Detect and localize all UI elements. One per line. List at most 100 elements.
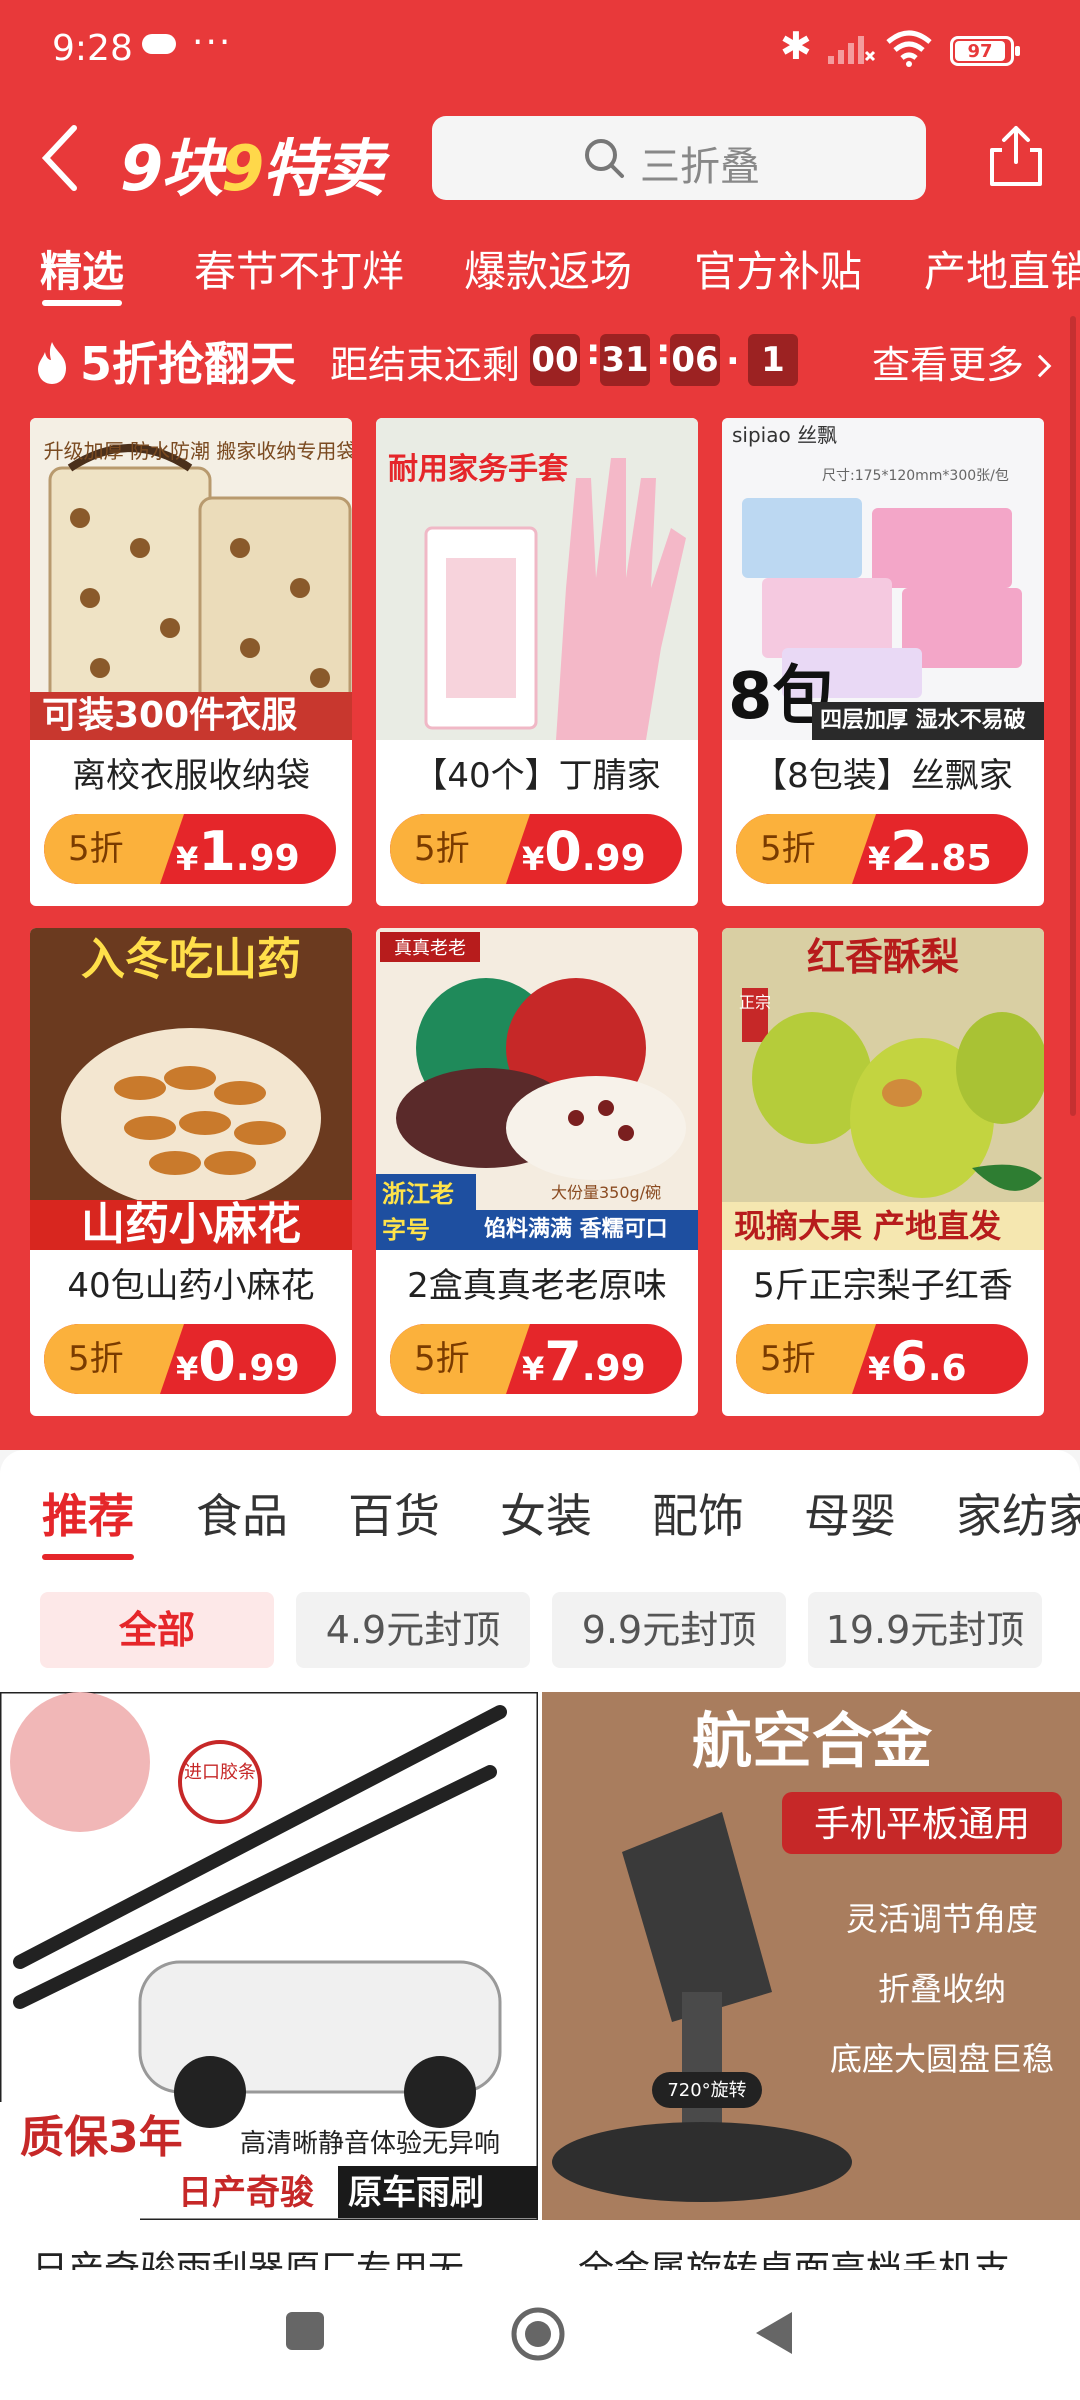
product-image-tissues: sipiao 丝飘 尺寸:175*120mm*300张/包 8包 bbox=[722, 418, 1044, 740]
feed-rotate: 720°旋转 bbox=[667, 2080, 746, 2101]
image-caption: 大份量350g/碗 bbox=[551, 1183, 661, 1202]
product-banner: 山药小麻花 bbox=[30, 1200, 352, 1250]
category-women[interactable]: 女装 bbox=[500, 1480, 592, 1546]
search-placeholder: 三折叠 bbox=[640, 144, 760, 190]
back-button[interactable] bbox=[752, 2308, 796, 2358]
product-card[interactable]: 升级加厚 防水防潮 搬家收纳专用袋子 可装300件衣服 离校衣服收纳袋 5折 ¥… bbox=[30, 418, 352, 906]
currency: ¥ bbox=[176, 1350, 199, 1388]
filter-9.9[interactable]: 9.9元封顶 bbox=[552, 1592, 786, 1668]
feed-tag: 进口胶条 bbox=[184, 1762, 256, 1783]
countdown-hours: 00 bbox=[530, 334, 580, 386]
cloud-icon bbox=[142, 34, 176, 54]
product-name: 40包山药小麻花 bbox=[67, 1266, 315, 1306]
category-baby[interactable]: 母婴 bbox=[804, 1480, 896, 1546]
countdown-label: 距结束还剩 bbox=[330, 343, 521, 387]
image-caption: 红香酥梨 bbox=[807, 935, 959, 979]
category-recommend[interactable]: 推荐 bbox=[42, 1480, 134, 1560]
tab-underline bbox=[42, 300, 123, 306]
price-decimal: .99 bbox=[235, 1348, 300, 1389]
price-integer: 1 bbox=[198, 820, 236, 883]
tab-hot-return[interactable]: 爆款返场 bbox=[464, 238, 632, 299]
category-accessories[interactable]: 配饰 bbox=[652, 1480, 744, 1546]
flash-title-text: 5折抢翻天 bbox=[80, 337, 297, 391]
product-card[interactable]: 真真老老 大份量350g/碗 浙江老字号 馅料满满 香糯可口 2盒真真老老原味 … bbox=[376, 928, 698, 1416]
share-icon[interactable] bbox=[988, 124, 1044, 188]
flash-sale-title: 5折抢翻天 bbox=[34, 328, 296, 394]
image-caption: 升级加厚 防水防潮 搬家收纳专用袋子 bbox=[44, 439, 352, 463]
feed-card[interactable]: 进口胶条 高清晰静音体验无异响 质保3年 日产奇骏 原车雨刷 bbox=[0, 1692, 538, 2220]
price-pill: 5折 ¥6.6 bbox=[736, 1324, 1028, 1394]
price-integer: 7 bbox=[544, 1330, 582, 1393]
price: ¥0.99 bbox=[176, 1330, 300, 1393]
system-nav-bar bbox=[0, 2270, 1080, 2400]
back-arrow-icon[interactable] bbox=[36, 120, 86, 196]
discount-badge: 5折 bbox=[390, 814, 530, 884]
status-bar: 9:28 ··· ✱ 97 bbox=[0, 0, 1080, 100]
feed-subtitle: 手机平板通用 bbox=[814, 1804, 1030, 1845]
product-banner: 现摘大果 产地直发 bbox=[722, 1202, 1044, 1250]
price: ¥6.6 bbox=[868, 1330, 967, 1393]
countdown-sep: : bbox=[656, 332, 671, 373]
search-bar[interactable]: 三折叠 bbox=[432, 116, 926, 200]
tab-label: 产地直销 bbox=[924, 247, 1080, 296]
feed-feature: 折叠收纳 bbox=[878, 1970, 1006, 2008]
countdown-tenths: 1 bbox=[748, 334, 798, 386]
filter-4.9[interactable]: 4.9元封顶 bbox=[296, 1592, 530, 1668]
category-label: 推荐 bbox=[42, 1489, 134, 1543]
brand-logo: 9块9特卖 bbox=[120, 132, 384, 205]
category-label: 女装 bbox=[500, 1489, 592, 1543]
category-tabs: 精选 春节不打烊 爆款返场 官方补贴 产地直销 bbox=[0, 238, 1080, 308]
recents-button[interactable] bbox=[286, 2312, 324, 2350]
feed-names-row: 日产奇骏雨刮器原厂专用无 全金属旋转桌面高档手机支 bbox=[0, 2226, 1080, 2270]
category-label: 食品 bbox=[196, 1489, 288, 1543]
price-integer: 0 bbox=[544, 820, 582, 883]
product-card[interactable]: 入冬吃山药 山药小麻花 40包山药小麻花 5折 ¥0.99 bbox=[30, 928, 352, 1416]
image-side-banner: 馅料满满 香糯可口 bbox=[476, 1210, 698, 1250]
battery-level: 97 bbox=[955, 41, 1005, 62]
category-general[interactable]: 百货 bbox=[348, 1480, 440, 1546]
countdown-minutes: 31 bbox=[600, 334, 650, 386]
price-decimal: .99 bbox=[581, 838, 646, 879]
price: ¥1.99 bbox=[176, 820, 300, 883]
countdown-sep: : bbox=[586, 332, 601, 373]
feed-type: 原车雨刷 bbox=[348, 2173, 484, 2213]
scrollbar[interactable] bbox=[1070, 316, 1076, 1116]
tab-label: 精选 bbox=[40, 247, 125, 296]
category-home-textile[interactable]: 家纺家 bbox=[956, 1480, 1080, 1546]
see-more-link[interactable]: 查看更多 bbox=[872, 334, 1052, 389]
product-banner: 浙江老字号 bbox=[376, 1174, 476, 1250]
feed-brand: 日产奇骏 bbox=[178, 2173, 314, 2213]
category-food[interactable]: 食品 bbox=[196, 1480, 288, 1546]
price: ¥7.99 bbox=[522, 1330, 646, 1393]
image-tag: 正宗 bbox=[739, 993, 771, 1012]
more-notifications-icon: ··· bbox=[192, 22, 233, 63]
category-label: 百货 bbox=[348, 1489, 440, 1543]
see-more-label: 查看更多 bbox=[872, 343, 1025, 387]
tab-official-subsidy[interactable]: 官方补贴 bbox=[694, 238, 862, 299]
countdown-sep: . bbox=[726, 332, 740, 373]
filter-all[interactable]: 全部 bbox=[40, 1592, 274, 1668]
tab-origin-direct[interactable]: 产地直销 bbox=[924, 238, 1080, 299]
bluetooth-icon: ✱ bbox=[780, 24, 812, 68]
feed-caption: 高清晰静音体验无异响 bbox=[240, 2129, 500, 2159]
price-decimal: .85 bbox=[927, 838, 992, 879]
price-integer: 2 bbox=[890, 820, 928, 883]
signal-icon bbox=[828, 36, 876, 64]
price-pill: 5折 ¥0.99 bbox=[44, 1324, 336, 1394]
currency: ¥ bbox=[176, 840, 199, 878]
product-card[interactable]: 红香酥梨 正宗 现摘大果 产地直发 5斤正宗梨子红香 5折 ¥6.6 bbox=[722, 928, 1044, 1416]
tab-label: 春节不打烊 bbox=[194, 247, 405, 296]
product-card[interactable]: sipiao 丝飘 尺寸:175*120mm*300张/包 8包 四层加厚 湿水… bbox=[722, 418, 1044, 906]
price-pill: 5折 ¥1.99 bbox=[44, 814, 336, 884]
product-card[interactable]: 耐用家务手套 【40个】丁腈家 5折 ¥0.99 bbox=[376, 418, 698, 906]
home-button[interactable] bbox=[508, 2304, 568, 2364]
feed-card[interactable]: 航空合金 手机平板通用 灵活调节角度 折叠收纳 底座大圆盘巨稳 720°旋转 bbox=[542, 1692, 1080, 2220]
currency: ¥ bbox=[522, 1350, 545, 1388]
chevron-right-icon bbox=[1028, 354, 1052, 378]
product-banner: 耐用家务手套 bbox=[388, 452, 568, 487]
price-decimal: .99 bbox=[235, 838, 300, 879]
tab-spring-festival[interactable]: 春节不打烊 bbox=[194, 238, 404, 299]
tab-featured[interactable]: 精选 bbox=[40, 238, 125, 306]
filter-19.9[interactable]: 19.9元封顶 bbox=[808, 1592, 1042, 1668]
feed-image-phone-stand: 航空合金 手机平板通用 灵活调节角度 折叠收纳 底座大圆盘巨稳 720°旋转 bbox=[542, 1692, 1080, 2220]
